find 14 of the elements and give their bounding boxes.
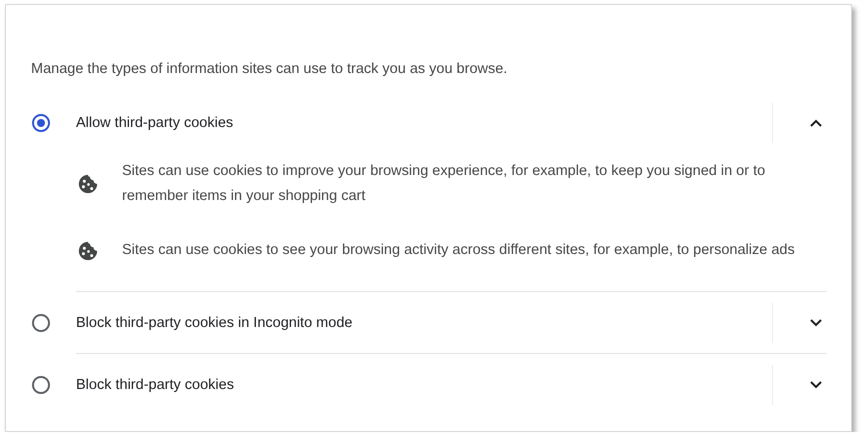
option-label: Block third-party cookies in Incognito mode <box>76 314 354 330</box>
option-label: Allow third-party cookies <box>76 114 234 130</box>
chevron-down-icon <box>809 380 823 390</box>
radio-button[interactable] <box>32 114 50 132</box>
radio-button[interactable] <box>32 314 50 332</box>
cookie-icon <box>77 173 99 195</box>
description-text: Manage the types of information sites can use to track you as you browse. <box>31 61 508 77</box>
chevron-down-icon <box>809 318 823 328</box>
option-label: Block third-party cookies <box>76 376 235 392</box>
radio-button[interactable] <box>32 376 50 394</box>
chevron-up-icon <box>809 118 823 128</box>
detail-text: Sites can use cookies to see your browsing activity across different sites, for example, to personalize ads <box>122 241 796 260</box>
detail-text: Sites can use cookies to improve your browsing experience, for example, to keep you signed in or to remember items in your shopping cart <box>122 162 766 206</box>
cookie-icon <box>77 240 99 262</box>
